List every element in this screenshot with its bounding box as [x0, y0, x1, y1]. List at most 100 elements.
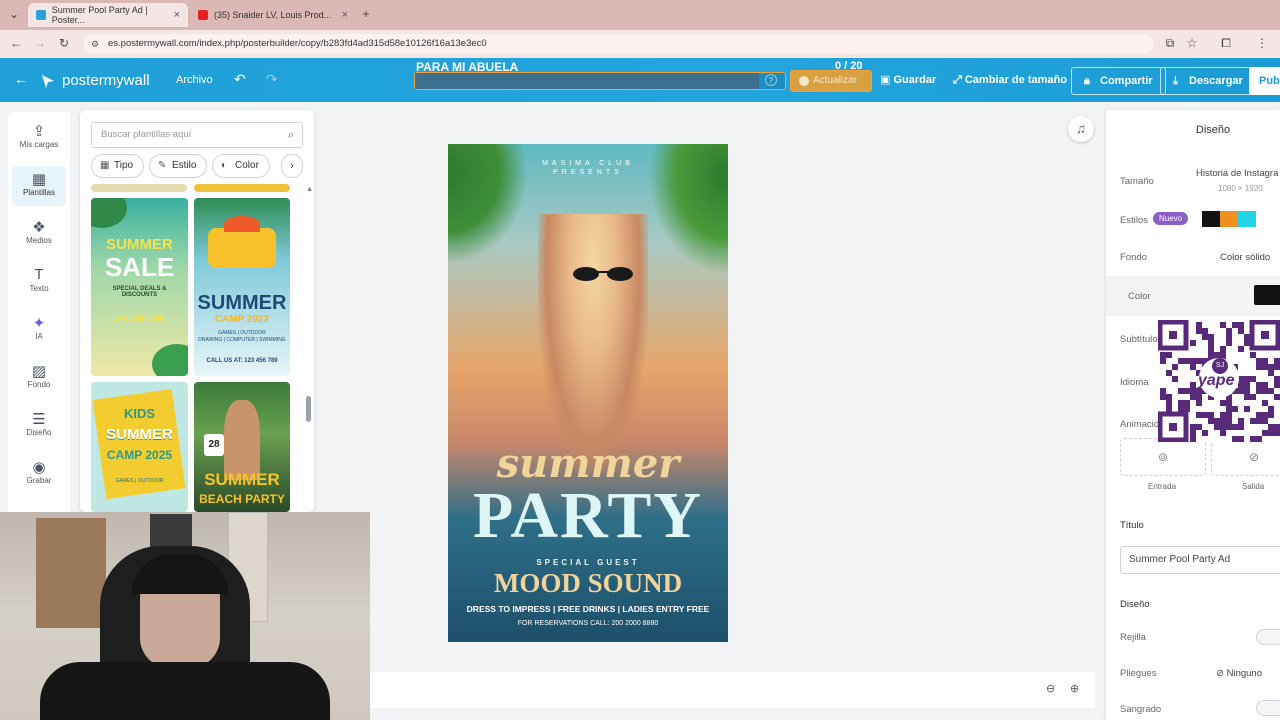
archivo-menu[interactable]: Archivo [176, 74, 213, 86]
new-tab-button[interactable]: + [358, 7, 374, 21]
zoom-out-icon[interactable]: ⊖ [1046, 682, 1055, 695]
qr-cell [1262, 388, 1268, 394]
zoom-in-icon[interactable]: ⊕ [1070, 682, 1079, 695]
back-arrow-icon[interactable]: ← [14, 71, 28, 87]
publicar-button[interactable]: Publ [1249, 67, 1280, 95]
actualizar-button[interactable]: Actualizar [790, 70, 872, 92]
entrada-animation-button[interactable]: ⊚ [1120, 438, 1206, 476]
template-summer-beach-party[interactable]: 28 SUMMER BEACH PARTY [194, 382, 290, 512]
qr-cell [1190, 430, 1196, 436]
browser-tab-youtube[interactable]: (35) Snaider LV, Louis Prod... × [190, 3, 356, 27]
extensions-icon[interactable]: ⧠ [1218, 36, 1234, 51]
bookmark-star-icon[interactable]: ☆ [1184, 36, 1200, 50]
qr-cell [1202, 328, 1208, 334]
swatch-cyan[interactable] [1238, 211, 1256, 227]
filter-chip-color[interactable]: ◐ Color [212, 154, 270, 178]
folds-select[interactable]: ⊘ Ninguno [1216, 668, 1262, 679]
poster-party-title[interactable]: PARTY [448, 478, 728, 554]
guardar-button[interactable]: ▣ Guardar [880, 67, 936, 95]
grid-label: Rejilla [1120, 632, 1146, 643]
salida-label: Salida [1242, 482, 1265, 491]
undo-icon[interactable]: ↶ [234, 71, 246, 88]
rail-item-diseno[interactable]: ☰ Diseño [12, 406, 66, 446]
swatch-black[interactable] [1202, 211, 1220, 227]
qr-cell [1208, 412, 1214, 418]
poster-club-name[interactable]: MASIMA CLUB [448, 160, 728, 167]
poster-special-guest[interactable]: SPECIAL GUEST [448, 558, 728, 567]
poster-reservations[interactable]: FOR RESERVATIONS CALL: 200 2000 8880 [448, 620, 728, 627]
size-dimensions: 1080 × 1920 [1218, 184, 1263, 193]
resize-icon: ⤢ [953, 74, 965, 86]
template-text: CAMP 2025 [106, 448, 173, 462]
poster-presents[interactable]: PRESENTS [448, 169, 728, 176]
poster-info[interactable]: DRESS TO IMPRESS | FREE DRINKS | LADIES … [448, 604, 728, 614]
help-icon[interactable]: ? [765, 74, 777, 86]
qr-cell [1196, 322, 1202, 328]
subtitle-label: Subtítulo [1120, 334, 1158, 345]
qr-cell [1208, 334, 1214, 340]
rail-item-plantillas[interactable]: ▦ Plantillas [12, 166, 66, 206]
chips-next-button[interactable]: › [281, 154, 303, 178]
site-info-icon[interactable]: ⚙ [91, 34, 99, 54]
qr-cell [1166, 394, 1172, 400]
forward-icon[interactable]: → [32, 36, 48, 50]
browser-tab-active[interactable]: Summer Pool Party Ad | Poster... × [28, 3, 188, 27]
qr-cell [1238, 328, 1244, 334]
template-kids-summer-camp[interactable]: KIDS SUMMER CAMP 2025 GAMES | OUTDOOR [91, 382, 188, 512]
template-summer-sale[interactable]: SUMMER SALE SPECIAL DEALS & DISCOUNTS 07… [91, 198, 188, 376]
salida-animation-button[interactable]: ⊘ [1211, 438, 1280, 476]
size-value[interactable]: Historia de Instagra [1196, 168, 1278, 179]
resize-button[interactable]: ⤢ Cambiar de tamaño [953, 67, 1067, 95]
poster-artist[interactable]: MOOD SOUND [448, 568, 728, 599]
grid-toggle[interactable] [1256, 629, 1280, 645]
filter-chip-tipo[interactable]: ▦ Tipo [91, 154, 145, 178]
rail-item-mis-cargas[interactable]: ⇪ Mis cargas [12, 118, 66, 158]
tab-list-icon[interactable]: ⌄ [6, 7, 22, 21]
postermywall-logo[interactable]: postermywall [40, 72, 150, 89]
panel-scrollbar[interactable] [306, 396, 311, 422]
template-text: SALE [104, 252, 175, 282]
filter-chip-estilo[interactable]: ✎ Estilo [149, 154, 208, 178]
close-tab-icon[interactable]: × [174, 9, 180, 21]
tab-title: Summer Pool Party Ad | Poster... [51, 5, 148, 25]
qr-cell [1220, 418, 1226, 424]
nuevo-badge: Nuevo [1153, 212, 1189, 225]
template-search-input[interactable]: Buscar plantillas aquí ⌕ [91, 122, 303, 148]
template-text: BEACH PARTY [199, 492, 285, 506]
close-tab-icon[interactable]: × [342, 9, 348, 21]
poster-canvas[interactable]: MASIMA CLUB PRESENTS summer PARTY SPECIA… [448, 144, 728, 642]
descargar-button[interactable]: ⤓ Descargar [1160, 67, 1256, 95]
qr-cell [1274, 376, 1280, 382]
rail-item-texto[interactable]: T Texto [12, 262, 66, 302]
style-swatches[interactable] [1202, 211, 1256, 227]
back-icon[interactable]: ← [8, 36, 24, 50]
title-input[interactable]: Summer Pool Party Ad [1120, 546, 1280, 574]
redo-icon[interactable]: ↷ [266, 71, 278, 88]
compartir-button[interactable]: 🔒︎ Compartir [1071, 67, 1166, 95]
rail-item-grabar[interactable]: ◉ Grabar [12, 454, 66, 494]
url-field[interactable]: ⚙ es.postermywall.com/index.php/posterbu… [84, 34, 1154, 54]
qr-cell [1244, 334, 1250, 340]
name-input-progress[interactable]: ? [414, 72, 786, 90]
template-summer-camp-2022[interactable]: SUMMER CAMP 2022 GAMES | OUTDOOR DRAWING… [194, 198, 290, 376]
swatch-orange[interactable] [1220, 211, 1238, 227]
rail-item-fondo[interactable]: ▨ Fondo [12, 358, 66, 398]
music-note-icon[interactable]: ♫ [1068, 116, 1094, 142]
color-swatch[interactable] [1254, 285, 1280, 305]
template-thumb-partial[interactable] [194, 184, 290, 192]
install-icon[interactable]: ⧉ [1162, 36, 1178, 51]
profile-icon[interactable]: ⋮ [1254, 36, 1270, 50]
scroll-up-icon[interactable]: ▲ [306, 186, 313, 193]
template-text: KIDS [123, 406, 156, 421]
qr-cell [1226, 328, 1232, 334]
reload-icon[interactable]: ↻ [56, 36, 72, 50]
qr-cell [1274, 358, 1280, 364]
template-text: SPECIAL DEALS & DISCOUNTS [112, 286, 167, 298]
template-thumb-partial[interactable] [91, 184, 187, 192]
search-icon[interactable]: ⌕ [288, 123, 294, 147]
rail-item-ia[interactable]: ✦ IA [12, 310, 66, 350]
design-section-label: Diseño [1120, 599, 1150, 610]
bleed-toggle[interactable] [1256, 700, 1280, 716]
rail-item-medios[interactable]: ❖ Medios [12, 214, 66, 254]
background-type-select[interactable]: Color sólido [1220, 252, 1270, 263]
